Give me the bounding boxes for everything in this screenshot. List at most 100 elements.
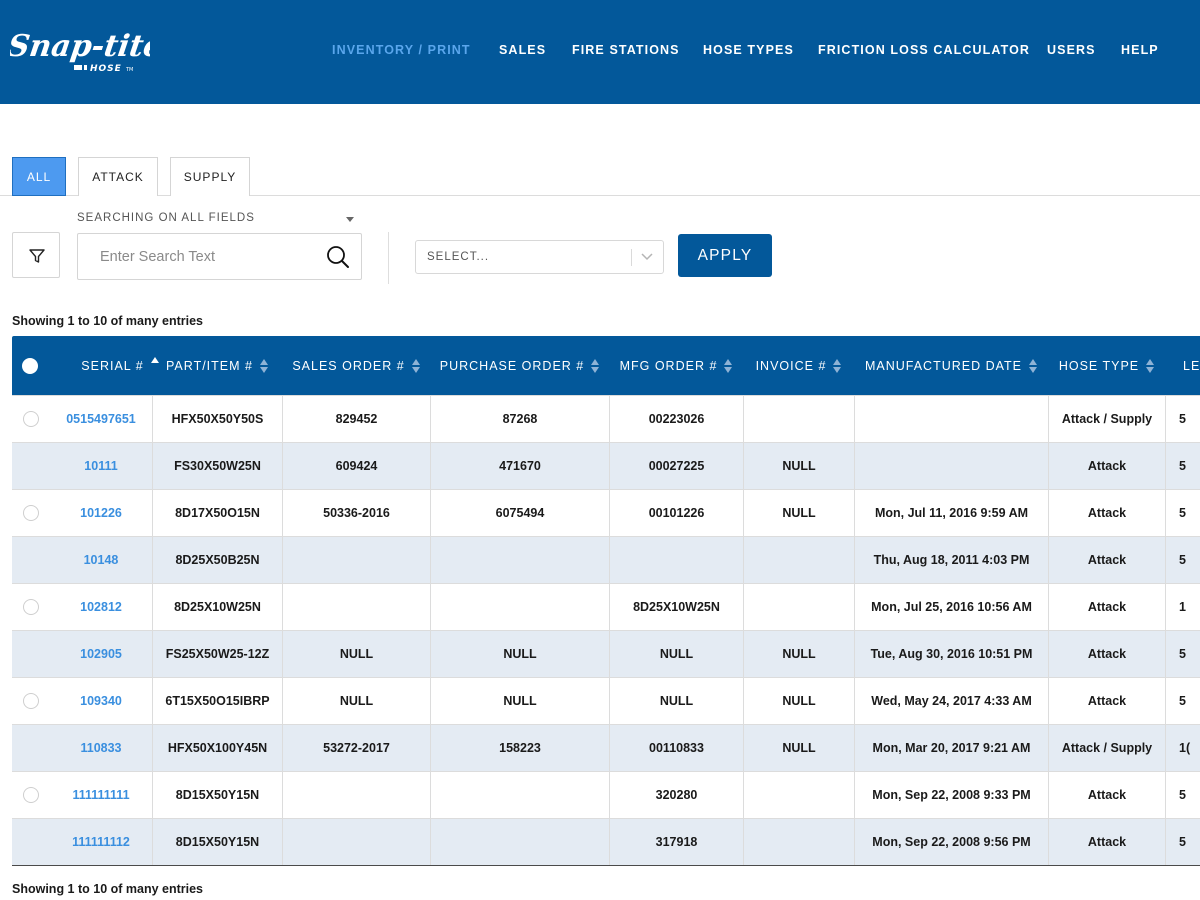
tab-attack[interactable]: ATTACK — [78, 157, 158, 196]
mfg-order-cell — [609, 537, 743, 583]
table-row[interactable]: 10111 FS30X50W25N 609424 471670 00027225… — [12, 442, 1200, 489]
serial-link[interactable]: 101226 — [50, 490, 152, 536]
purchase-order-cell: 87268 — [430, 396, 609, 442]
length-cell: 5 — [1165, 537, 1200, 583]
manufactured-date-cell — [854, 396, 1048, 442]
part-cell: 8D15X50Y15N — [152, 772, 282, 818]
svg-text:TM: TM — [125, 67, 133, 73]
mfg-order-cell: 00027225 — [609, 443, 743, 489]
purchase-order-cell — [430, 584, 609, 630]
column-header-invoice[interactable]: INVOICE # — [743, 336, 854, 395]
sort-icon — [833, 358, 842, 373]
column-label: PURCHASE ORDER # — [439, 358, 585, 373]
serial-link[interactable]: 10111 — [50, 443, 152, 489]
select-all-radio[interactable] — [22, 358, 38, 374]
sales-order-cell — [282, 772, 430, 818]
column-label: SALES ORDER # — [292, 358, 405, 373]
nav-users[interactable]: USERS — [1047, 43, 1096, 57]
serial-link[interactable]: 102812 — [50, 584, 152, 630]
manufactured-date-cell: Mon, Sep 22, 2008 9:33 PM — [854, 772, 1048, 818]
filter-button[interactable] — [12, 232, 60, 278]
purchase-order-cell: 471670 — [430, 443, 609, 489]
sales-order-cell — [282, 537, 430, 583]
serial-link[interactable]: 110833 — [50, 725, 152, 771]
table-row[interactable]: 102905 FS25X50W25-12Z NULL NULL NULL NUL… — [12, 630, 1200, 677]
sales-order-cell: NULL — [282, 678, 430, 724]
nav-hose-types[interactable]: HOSE TYPES — [703, 43, 794, 57]
row-select-radio[interactable] — [23, 787, 39, 803]
hose-type-cell: Attack — [1048, 631, 1165, 677]
purchase-order-cell — [430, 537, 609, 583]
mfg-order-cell: 8D25X10W25N — [609, 584, 743, 630]
row-select-radio[interactable] — [23, 505, 39, 521]
nav-inventory-print[interactable]: INVENTORY / PRINT — [332, 43, 471, 57]
nav-friction-loss-calculator[interactable]: FRICTION LOSS CALCULATOR — [818, 43, 1030, 57]
column-header-length[interactable]: LE — [1165, 336, 1200, 395]
manufactured-date-cell: Mon, Sep 22, 2008 9:56 PM — [854, 819, 1048, 865]
sort-icon — [1146, 358, 1155, 373]
nav-fire-stations[interactable]: FIRE STATIONS — [572, 43, 680, 57]
table-row[interactable]: 111111112 8D15X50Y15N 317918 Mon, Sep 22… — [12, 818, 1200, 865]
serial-link[interactable]: 10148 — [50, 537, 152, 583]
manufactured-date-cell: Wed, May 24, 2017 4:33 AM — [854, 678, 1048, 724]
sales-order-cell: NULL — [282, 631, 430, 677]
apply-button[interactable]: APPLY — [678, 234, 772, 277]
length-cell: 5 — [1165, 490, 1200, 536]
sales-order-cell: 829452 — [282, 396, 430, 442]
column-header-sales-order[interactable]: SALES ORDER # — [282, 336, 430, 395]
sales-order-cell: 50336-2016 — [282, 490, 430, 536]
tab-supply[interactable]: SUPPLY — [170, 157, 250, 196]
column-header-purchase-order[interactable]: PURCHASE ORDER # — [430, 336, 609, 395]
purchase-order-cell: NULL — [430, 678, 609, 724]
table-row[interactable]: 101226 8D17X50O15N 50336-2016 6075494 00… — [12, 489, 1200, 536]
length-cell: 1( — [1165, 725, 1200, 771]
purchase-order-cell: 158223 — [430, 725, 609, 771]
nav-sales[interactable]: SALES — [499, 43, 546, 57]
select-dropdown[interactable]: SELECT... — [415, 240, 664, 274]
search-input[interactable] — [100, 247, 320, 267]
part-cell: HFX50X100Y45N — [152, 725, 282, 771]
part-cell: 8D17X50O15N — [152, 490, 282, 536]
search-field[interactable] — [77, 233, 362, 280]
column-label: MANUFACTURED DATE — [864, 358, 1023, 373]
column-header-part[interactable]: PART/ITEM # — [152, 336, 282, 395]
hose-type-cell: Attack — [1048, 678, 1165, 724]
row-select-radio[interactable] — [23, 411, 39, 427]
table-row[interactable]: 110833 HFX50X100Y45N 53272-2017 158223 0… — [12, 724, 1200, 771]
table-row[interactable]: 111111111 8D15X50Y15N 320280 Mon, Sep 22… — [12, 771, 1200, 818]
caret-down-icon[interactable] — [346, 217, 354, 222]
table-row[interactable]: 10148 8D25X50B25N Thu, Aug 18, 2011 4:03… — [12, 536, 1200, 583]
serial-link[interactable]: 0515497651 — [50, 396, 152, 442]
serial-link[interactable]: 111111111 — [50, 772, 152, 818]
column-header-manufactured-date[interactable]: MANUFACTURED DATE — [854, 336, 1048, 395]
mfg-order-cell: 00101226 — [609, 490, 743, 536]
row-select-radio[interactable] — [23, 693, 39, 709]
filter-funnel-icon — [29, 249, 45, 263]
serial-link[interactable]: 109340 — [50, 678, 152, 724]
hose-type-cell: Attack — [1048, 537, 1165, 583]
entries-info-bottom: Showing 1 to 10 of many entries — [12, 882, 204, 896]
mfg-order-cell: NULL — [609, 631, 743, 677]
column-label: PART/ITEM # — [166, 358, 253, 373]
column-header-mfg-order[interactable]: MFG ORDER # — [609, 336, 743, 395]
magnifier-icon[interactable] — [326, 245, 350, 269]
hose-type-cell: Attack — [1048, 819, 1165, 865]
entries-info-top: Showing 1 to 10 of many entries — [12, 314, 204, 328]
serial-link[interactable]: 102905 — [50, 631, 152, 677]
tab-all[interactable]: ALL — [12, 157, 66, 196]
length-cell: 5 — [1165, 396, 1200, 442]
part-cell: FS30X50W25N — [152, 443, 282, 489]
serial-link[interactable]: 111111112 — [50, 819, 152, 865]
nav-help[interactable]: HELP — [1121, 43, 1159, 57]
mfg-order-cell: 00223026 — [609, 396, 743, 442]
chevron-down-icon[interactable] — [641, 252, 653, 262]
part-cell: HFX50X50Y50S — [152, 396, 282, 442]
row-select-radio[interactable] — [23, 599, 39, 615]
hose-type-cell: Attack — [1048, 772, 1165, 818]
table-row[interactable]: 102812 8D25X10W25N 8D25X10W25N Mon, Jul … — [12, 583, 1200, 630]
table-row[interactable]: 0515497651 HFX50X50Y50S 829452 87268 002… — [12, 395, 1200, 442]
search-scope-dropdown[interactable]: SEARCHING ON ALL FIELDS — [77, 212, 357, 224]
column-header-hose-type[interactable]: HOSE TYPE — [1048, 336, 1165, 395]
table-row[interactable]: 109340 6T15X50O15IBRP NULL NULL NULL NUL… — [12, 677, 1200, 724]
manufactured-date-cell — [854, 443, 1048, 489]
